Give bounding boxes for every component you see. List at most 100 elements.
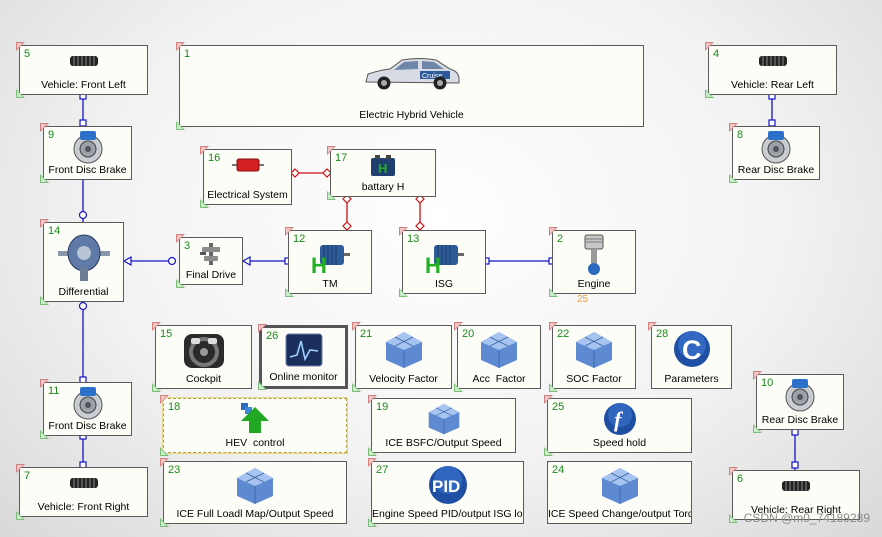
block-number: 23 (168, 464, 181, 476)
block-engine[interactable]: 2 Engine 25 (549, 227, 636, 305)
block-velocity-factor[interactable]: 21 Velocity Factor (352, 322, 452, 392)
block-number: 1 (184, 48, 191, 60)
block-rear-disc-brake-8[interactable]: 8 Rear Disc Brake (729, 123, 820, 183)
svg-text:H: H (311, 253, 327, 275)
block-label: Cockpit (185, 373, 221, 385)
block-online-monitor[interactable]: 26 Online monitor (258, 324, 348, 390)
motor-icon: H (310, 239, 350, 280)
block-number: 19 (376, 401, 389, 413)
block-label: ICE Speed Change/output Torq (548, 508, 692, 520)
tire-icon (69, 475, 99, 496)
block-number: 27 (376, 464, 389, 476)
block-number: 28 (656, 328, 669, 340)
block-differential[interactable]: 14 Differential (40, 219, 124, 305)
map-surface-icon (235, 466, 275, 511)
steering-wheel-icon (182, 330, 226, 375)
block-label: HEV control (225, 437, 285, 449)
output-port-marker (176, 121, 185, 130)
block-label: Parameters (664, 373, 719, 385)
block-label: Vehicle: Rear Left (731, 79, 814, 91)
block-number: 25 (552, 401, 565, 413)
block-electric-hybrid-vehicle[interactable]: 1 Cruise Electric Hybrid Vehicle (176, 42, 644, 130)
block-vehicle-front-left[interactable]: 5 Vehicle: Front Left (16, 42, 148, 98)
block-ice-speed-change[interactable]: 24 ICE Speed Change/output Torq (547, 461, 692, 524)
block-hev-control[interactable]: 18 HEV control (160, 395, 348, 456)
map-surface-icon (479, 330, 519, 375)
block-number: 13 (407, 233, 420, 245)
block-tm[interactable]: 12 H TM (285, 227, 372, 297)
block-electrical-system[interactable]: 16 Electrical System (200, 146, 292, 208)
block-vehicle-rear-left[interactable]: 4 Vehicle: Rear Left (705, 42, 837, 98)
block-number: 6 (737, 473, 744, 485)
block-label: Online monitor (269, 371, 338, 383)
map-surface-icon (384, 330, 424, 375)
monitor-icon (285, 333, 323, 372)
svg-text:H: H (378, 161, 387, 176)
motor-icon: H (424, 239, 464, 280)
svg-text:H: H (425, 253, 441, 275)
block-label: Front Disc Brake (48, 164, 127, 176)
block-number: 15 (160, 328, 173, 340)
watermark: CSDN @m0_74189289 (743, 511, 870, 525)
block-label: TM (322, 278, 338, 290)
block-front-disc-brake-11[interactable]: 11 Front Disc Brake (40, 379, 132, 439)
block-label: Rear Disc Brake (737, 164, 815, 176)
battery-icon: H (369, 154, 397, 183)
block-number: 8 (737, 129, 744, 141)
block-label: battary H (361, 181, 405, 193)
block-number: 2 (557, 233, 564, 245)
block-number: 17 (335, 152, 348, 164)
block-engine-speed-pid[interactable]: 27 PID Engine Speed PID/output ISG loa (368, 458, 524, 527)
map-surface-icon (574, 330, 614, 375)
parameters-icon: C (672, 329, 712, 374)
pid-text: PID (432, 477, 460, 496)
tire-icon (69, 53, 99, 74)
piston-icon (579, 233, 609, 282)
block-ice-full-load-map[interactable]: 23 ICE Full Loadl Map/Output Speed (160, 458, 347, 527)
block-parameters[interactable]: 28 C Parameters (648, 322, 732, 389)
block-label: Final Drive (185, 269, 237, 281)
block-number: 5 (24, 48, 31, 60)
parameters-glyph: C (682, 335, 702, 365)
block-number: 24 (552, 464, 565, 476)
block-number: 10 (761, 377, 774, 389)
model-canvas[interactable]: 5 Vehicle: Front Left 1 Cruise Electric … (0, 0, 882, 537)
block-soc-factor[interactable]: 22 SOC Factor (549, 322, 636, 392)
tire-icon (781, 478, 811, 499)
block-front-disc-brake-9[interactable]: 9 Front Disc Brake (40, 123, 132, 183)
block-label: Differential (58, 286, 109, 298)
block-number: 3 (184, 240, 191, 252)
block-cockpit[interactable]: 15 Cockpit (152, 322, 252, 392)
map-surface-icon (600, 466, 640, 511)
block-label: Acc Factor (472, 373, 526, 385)
gear-shaft-icon (198, 241, 224, 272)
pid-icon: PID (427, 464, 469, 511)
block-label: Speed hold (592, 437, 647, 449)
block-speed-hold[interactable]: 25 f Speed hold (544, 395, 692, 456)
block-number: 20 (462, 328, 475, 340)
block-label: SOC Factor (566, 373, 622, 385)
controller-icon (235, 401, 275, 440)
block-label: Electric Hybrid Vehicle (359, 109, 464, 121)
block-label: Engine (577, 278, 611, 290)
block-rear-disc-brake-10[interactable]: 10 Rear Disc Brake (753, 371, 844, 433)
block-number: 9 (48, 129, 55, 141)
block-final-drive[interactable]: 3 Final Drive (176, 234, 243, 288)
block-number: 22 (557, 328, 570, 340)
block-label: Velocity Factor (369, 373, 438, 385)
tire-icon (758, 53, 788, 74)
function-icon: f (602, 401, 638, 442)
block-isg[interactable]: 13 H ISG (399, 227, 486, 297)
block-number: 7 (24, 470, 31, 482)
map-surface-icon (427, 402, 461, 441)
block-label: Vehicle: Front Right (37, 501, 130, 513)
block-label: Electrical System (207, 189, 288, 201)
block-vehicle-front-right[interactable]: 7 Vehicle: Front Right (16, 464, 148, 520)
differential-icon (57, 227, 110, 286)
car-icon: Cruise (362, 56, 462, 97)
block-number: 11 (48, 385, 60, 397)
block-battery-h[interactable]: 17 H battary H (327, 146, 436, 200)
block-ice-bsfc[interactable]: 19 ICE BSFC/Output Speed (368, 395, 516, 456)
block-acc-factor[interactable]: 20 Acc Factor (454, 322, 541, 392)
block-label: Engine Speed PID/output ISG loa (372, 508, 523, 520)
